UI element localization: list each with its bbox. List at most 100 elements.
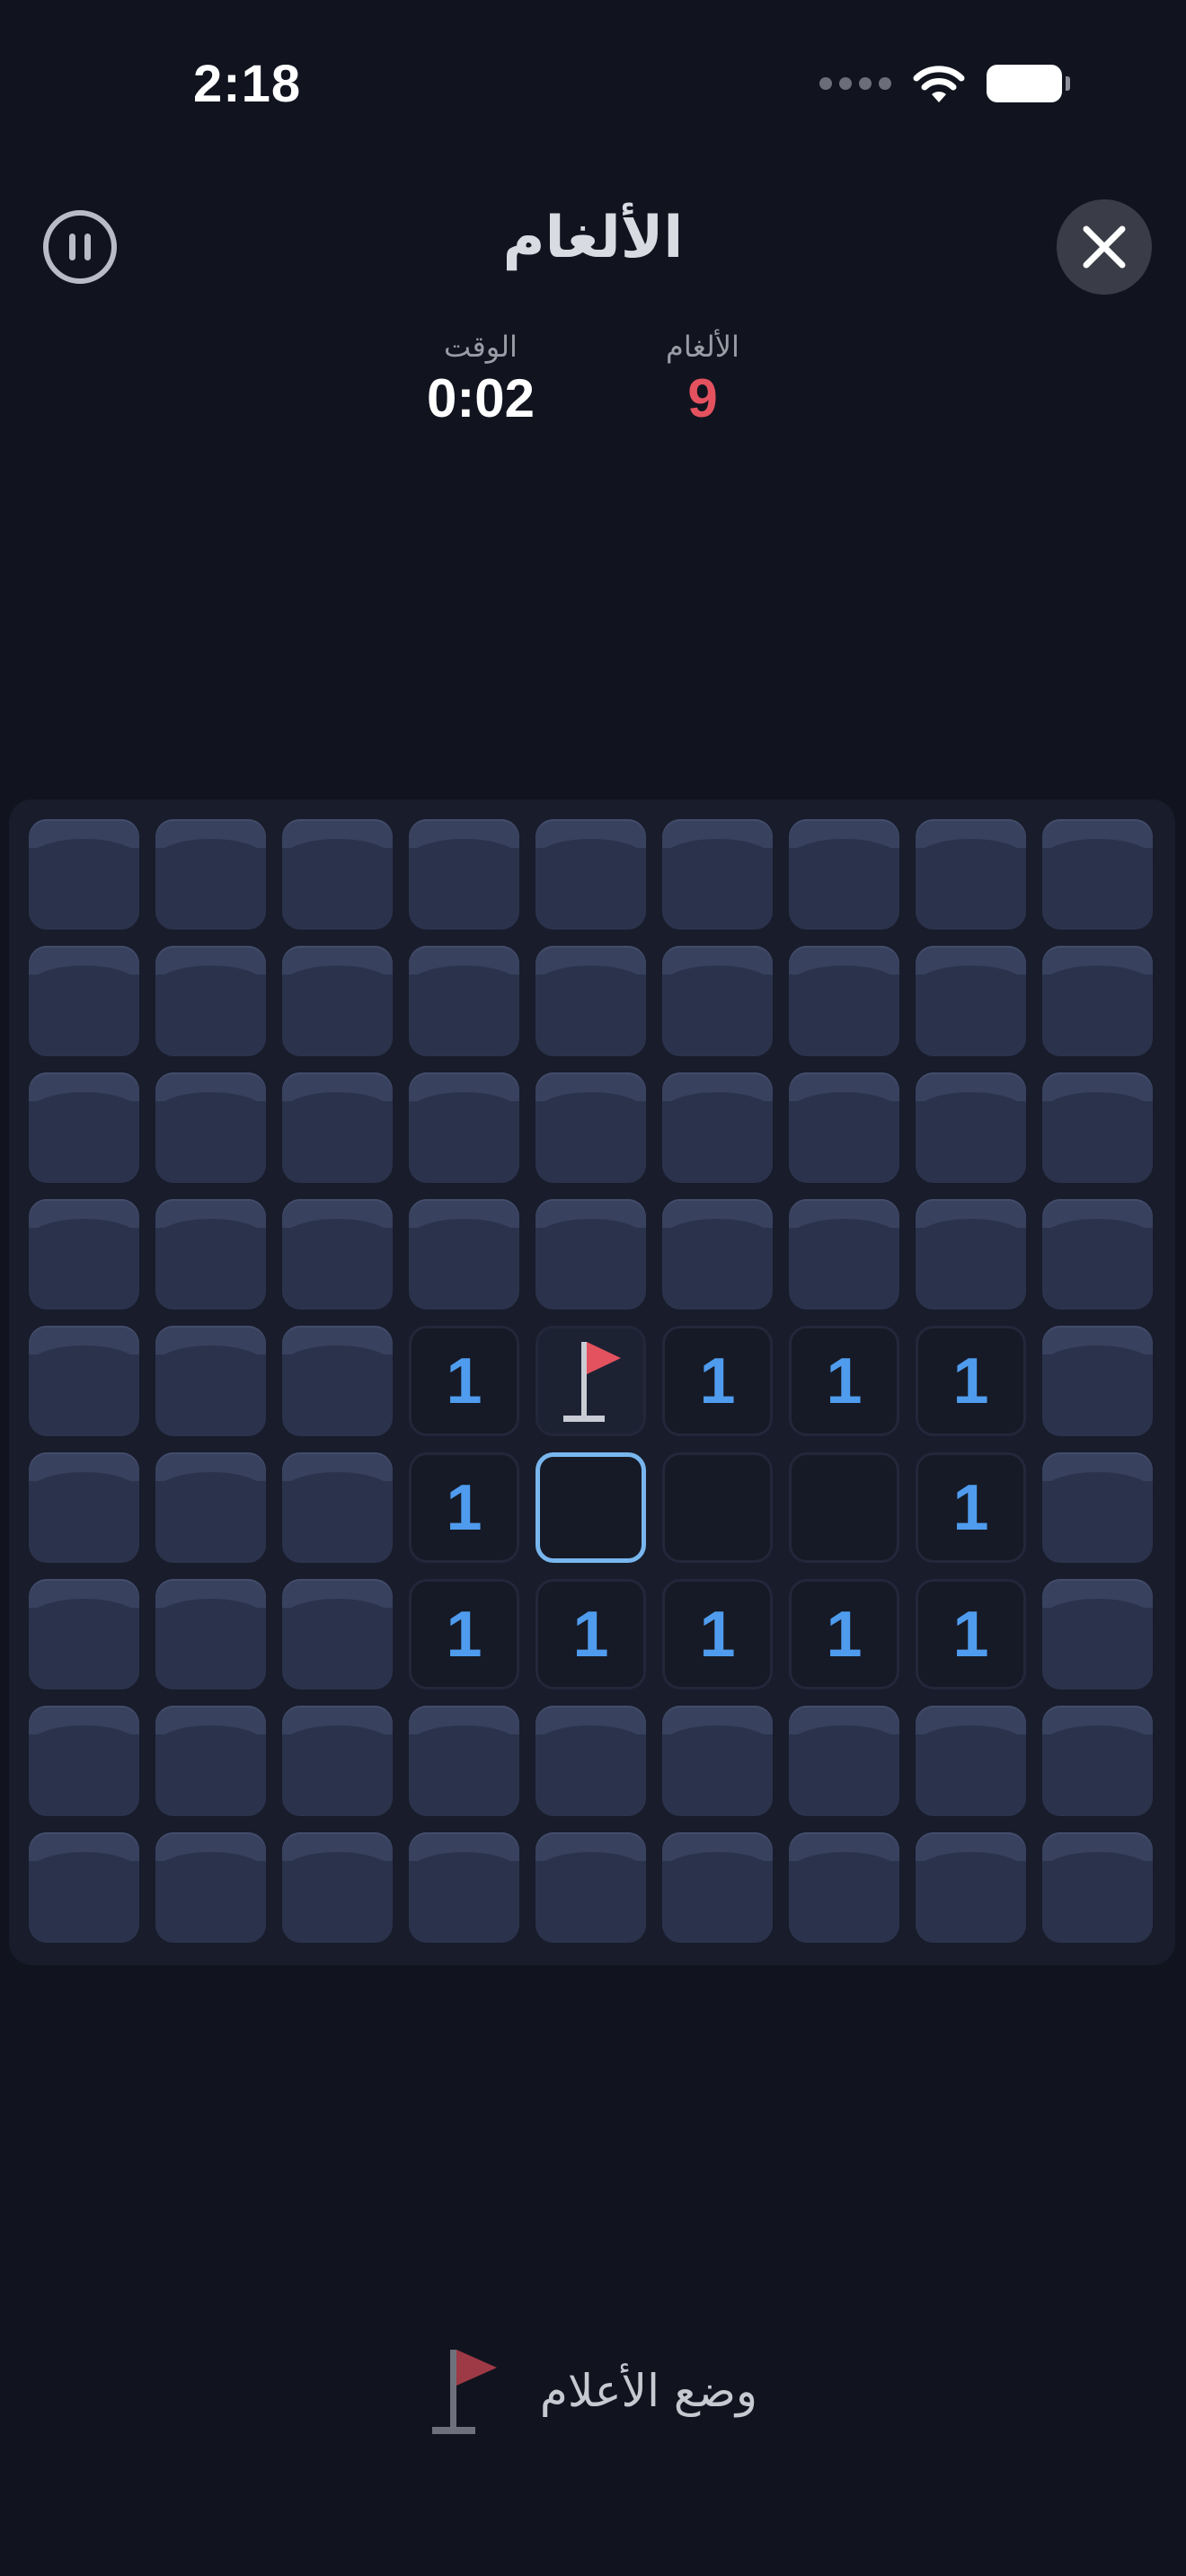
covered-cell[interactable] (29, 946, 139, 1056)
covered-cell[interactable] (409, 1706, 519, 1816)
revealed-cell[interactable]: 1 (916, 1326, 1026, 1436)
covered-cell[interactable] (155, 946, 266, 1056)
covered-cell[interactable] (662, 1072, 773, 1183)
covered-cell[interactable] (155, 1072, 266, 1183)
covered-cell[interactable] (409, 1832, 519, 1943)
covered-cell[interactable] (1042, 1326, 1153, 1436)
covered-cell[interactable] (789, 1199, 899, 1310)
covered-cell[interactable] (789, 946, 899, 1056)
covered-cell[interactable] (535, 946, 646, 1056)
flag-mode-label: وضع الأعلام (539, 2365, 758, 2417)
covered-cell[interactable] (916, 1199, 1026, 1310)
revealed-cell[interactable]: 1 (789, 1326, 899, 1436)
revealed-cell[interactable]: 1 (916, 1579, 1026, 1689)
revealed-cell[interactable]: 1 (662, 1326, 773, 1436)
game-board: 1 1 1 1 1 1 1 1 1 1 1 (9, 799, 1175, 1965)
covered-cell[interactable] (29, 1199, 139, 1310)
covered-cell[interactable] (409, 946, 519, 1056)
covered-cell[interactable] (662, 946, 773, 1056)
covered-cell[interactable] (155, 1326, 266, 1436)
covered-cell[interactable] (282, 1706, 393, 1816)
covered-cell[interactable] (155, 1452, 266, 1563)
covered-cell[interactable] (535, 1706, 646, 1816)
covered-cell[interactable] (1042, 1579, 1153, 1689)
flag-icon (562, 1341, 621, 1422)
covered-cell[interactable] (916, 1706, 1026, 1816)
revealed-cell[interactable]: 1 (662, 1579, 773, 1689)
covered-cell[interactable] (29, 1326, 139, 1436)
covered-cell[interactable] (789, 819, 899, 930)
close-button[interactable] (1057, 199, 1152, 295)
flag-mode-toggle[interactable]: وضع الأعلام (0, 2344, 1186, 2438)
cell-number: 1 (446, 1471, 482, 1544)
status-time: 2:18 (193, 55, 302, 113)
board-grid: 1 1 1 1 1 1 1 1 1 1 1 (29, 819, 1153, 1943)
covered-cell[interactable] (535, 1832, 646, 1943)
covered-cell[interactable] (29, 1452, 139, 1563)
covered-cell[interactable] (916, 1832, 1026, 1943)
flag-icon (431, 2350, 497, 2434)
revealed-cell[interactable]: 1 (916, 1452, 1026, 1563)
covered-cell[interactable] (282, 1452, 393, 1563)
revealed-cell[interactable]: 1 (409, 1579, 519, 1689)
covered-cell[interactable] (789, 1072, 899, 1183)
mines-value: 9 (687, 368, 718, 428)
covered-cell[interactable] (155, 1199, 266, 1310)
cellular-signal-icon (819, 77, 891, 90)
covered-cell[interactable] (916, 819, 1026, 930)
covered-cell[interactable] (409, 1072, 519, 1183)
revealed-cell[interactable]: 1 (409, 1452, 519, 1563)
cell-number: 1 (699, 1345, 736, 1417)
covered-cell[interactable] (916, 1072, 1026, 1183)
covered-cell[interactable] (29, 1706, 139, 1816)
covered-cell[interactable] (282, 1326, 393, 1436)
covered-cell[interactable] (1042, 1199, 1153, 1310)
covered-cell[interactable] (282, 946, 393, 1056)
revealed-cell[interactable]: 1 (535, 1579, 646, 1689)
battery-icon (987, 65, 1070, 102)
revealed-cell[interactable]: 1 (789, 1579, 899, 1689)
covered-cell[interactable] (662, 1199, 773, 1310)
revealed-cell[interactable] (789, 1452, 899, 1563)
covered-cell[interactable] (155, 1832, 266, 1943)
covered-cell[interactable] (29, 1072, 139, 1183)
covered-cell[interactable] (535, 819, 646, 930)
covered-cell[interactable] (155, 819, 266, 930)
covered-cell[interactable] (789, 1706, 899, 1816)
covered-cell[interactable] (1042, 819, 1153, 930)
cell-number: 1 (572, 1598, 609, 1671)
covered-cell[interactable] (789, 1832, 899, 1943)
covered-cell[interactable] (282, 1579, 393, 1689)
covered-cell[interactable] (1042, 946, 1153, 1056)
covered-cell[interactable] (535, 1072, 646, 1183)
revealed-cell[interactable] (662, 1452, 773, 1563)
covered-cell[interactable] (29, 1832, 139, 1943)
covered-cell[interactable] (1042, 1072, 1153, 1183)
covered-cell[interactable] (282, 819, 393, 930)
flagged-cell[interactable] (535, 1326, 646, 1436)
cell-number: 1 (952, 1345, 989, 1417)
close-icon (1083, 225, 1126, 269)
covered-cell[interactable] (282, 1072, 393, 1183)
covered-cell[interactable] (662, 1832, 773, 1943)
covered-cell[interactable] (916, 946, 1026, 1056)
covered-cell[interactable] (29, 1579, 139, 1689)
selected-cell[interactable] (535, 1452, 646, 1563)
mines-stat: الألغام 9 (604, 327, 801, 431)
covered-cell[interactable] (282, 1832, 393, 1943)
status-indicators (819, 63, 1070, 104)
timer-value: 0:02 (426, 368, 535, 428)
covered-cell[interactable] (29, 819, 139, 930)
covered-cell[interactable] (155, 1706, 266, 1816)
covered-cell[interactable] (662, 1706, 773, 1816)
covered-cell[interactable] (155, 1579, 266, 1689)
covered-cell[interactable] (1042, 1832, 1153, 1943)
covered-cell[interactable] (1042, 1706, 1153, 1816)
covered-cell[interactable] (282, 1199, 393, 1310)
covered-cell[interactable] (409, 819, 519, 930)
covered-cell[interactable] (535, 1199, 646, 1310)
covered-cell[interactable] (409, 1199, 519, 1310)
covered-cell[interactable] (662, 819, 773, 930)
covered-cell[interactable] (1042, 1452, 1153, 1563)
revealed-cell[interactable]: 1 (409, 1326, 519, 1436)
